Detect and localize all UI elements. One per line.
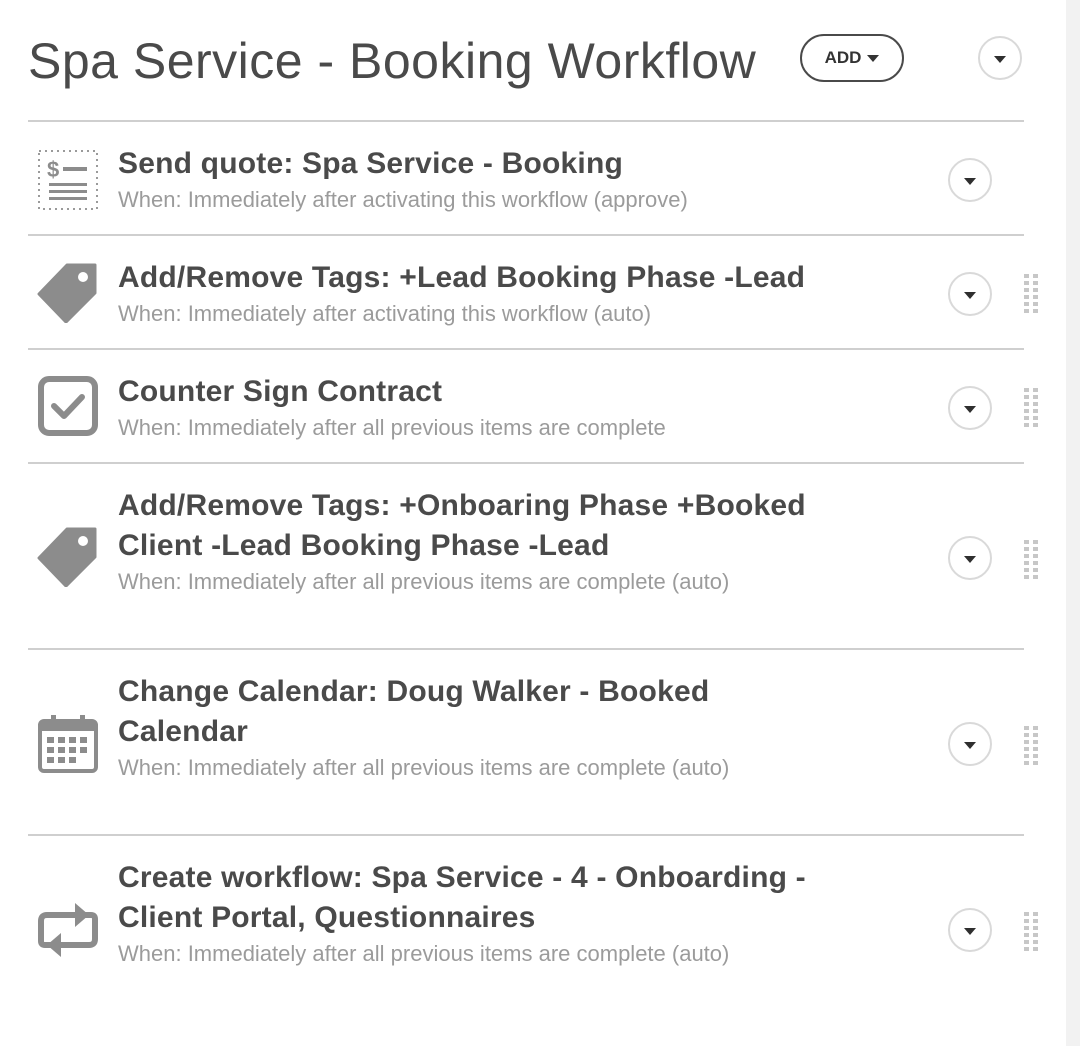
drag-handle-icon[interactable] (1024, 912, 1038, 952)
workflow-item-counter-sign[interactable]: Counter Sign Contract When: Immediately … (28, 348, 1038, 462)
item-when: When: Immediately after activating this … (118, 301, 652, 326)
drag-handle-icon[interactable] (1024, 388, 1038, 428)
item-options-button[interactable] (948, 272, 992, 316)
add-button[interactable]: ADD (800, 34, 904, 82)
chevron-down-icon (964, 178, 976, 185)
item-title: Send quote: Spa Service - Booking (118, 147, 624, 180)
item-when: When: Immediately after all previous ite… (118, 569, 730, 594)
svg-text:$: $ (47, 157, 59, 182)
chevron-down-icon (964, 406, 976, 413)
item-title: Change Calendar: Doug Walker - Booked Ca… (118, 675, 710, 748)
workflow-item-create-workflow[interactable]: Create workflow: Spa Service - 4 - Onboa… (28, 834, 1038, 1020)
chevron-down-icon (994, 56, 1006, 63)
chevron-down-icon (964, 556, 976, 563)
chevron-down-icon (964, 742, 976, 749)
workflow-header: Spa Service - Booking Workflow ADD (28, 26, 1024, 92)
item-options-button[interactable] (948, 536, 992, 580)
workflow-items-list: $ Send quote: Spa Service - Booking When… (28, 120, 1038, 1020)
tag-icon (36, 260, 100, 324)
item-options-button[interactable] (948, 908, 992, 952)
item-options-button[interactable] (948, 386, 992, 430)
chevron-down-icon (964, 292, 976, 299)
checkbox-icon (36, 374, 100, 438)
workflow-item-tags-lead[interactable]: Add/Remove Tags: +Lead Booking Phase -Le… (28, 234, 1038, 348)
item-options-button[interactable] (948, 158, 992, 202)
repeat-workflow-icon (36, 898, 100, 962)
workflow-item-tags-onboarding[interactable]: Add/Remove Tags: +Onboaring Phase +Booke… (28, 462, 1038, 648)
item-title: Create workflow: Spa Service - 4 - Onboa… (118, 861, 806, 934)
quote-document-icon: $ (36, 148, 100, 212)
item-title: Add/Remove Tags: +Lead Booking Phase -Le… (118, 261, 806, 294)
calendar-icon (36, 712, 100, 776)
item-title: Add/Remove Tags: +Onboaring Phase +Booke… (118, 489, 806, 562)
workflow-item-change-calendar[interactable]: Change Calendar: Doug Walker - Booked Ca… (28, 648, 1038, 834)
item-title: Counter Sign Contract (118, 375, 443, 408)
item-when: When: Immediately after all previous ite… (118, 415, 666, 440)
drag-handle-icon[interactable] (1024, 274, 1038, 314)
page-title: Spa Service - Booking Workflow (28, 33, 757, 89)
chevron-down-icon (964, 928, 976, 935)
item-when: When: Immediately after all previous ite… (118, 755, 730, 780)
right-scroll-strip (1066, 0, 1080, 1046)
tag-icon (36, 524, 100, 588)
item-when: When: Immediately after activating this … (118, 187, 688, 212)
caret-down-icon (867, 54, 880, 62)
workflow-item-send-quote[interactable]: $ Send quote: Spa Service - Booking When… (28, 120, 1024, 234)
item-options-button[interactable] (948, 722, 992, 766)
item-when: When: Immediately after all previous ite… (118, 941, 730, 966)
workflow-options-button[interactable] (978, 36, 1022, 80)
add-button-label: ADD (824, 48, 862, 67)
drag-handle-icon[interactable] (1024, 540, 1038, 580)
drag-handle-icon[interactable] (1024, 726, 1038, 766)
